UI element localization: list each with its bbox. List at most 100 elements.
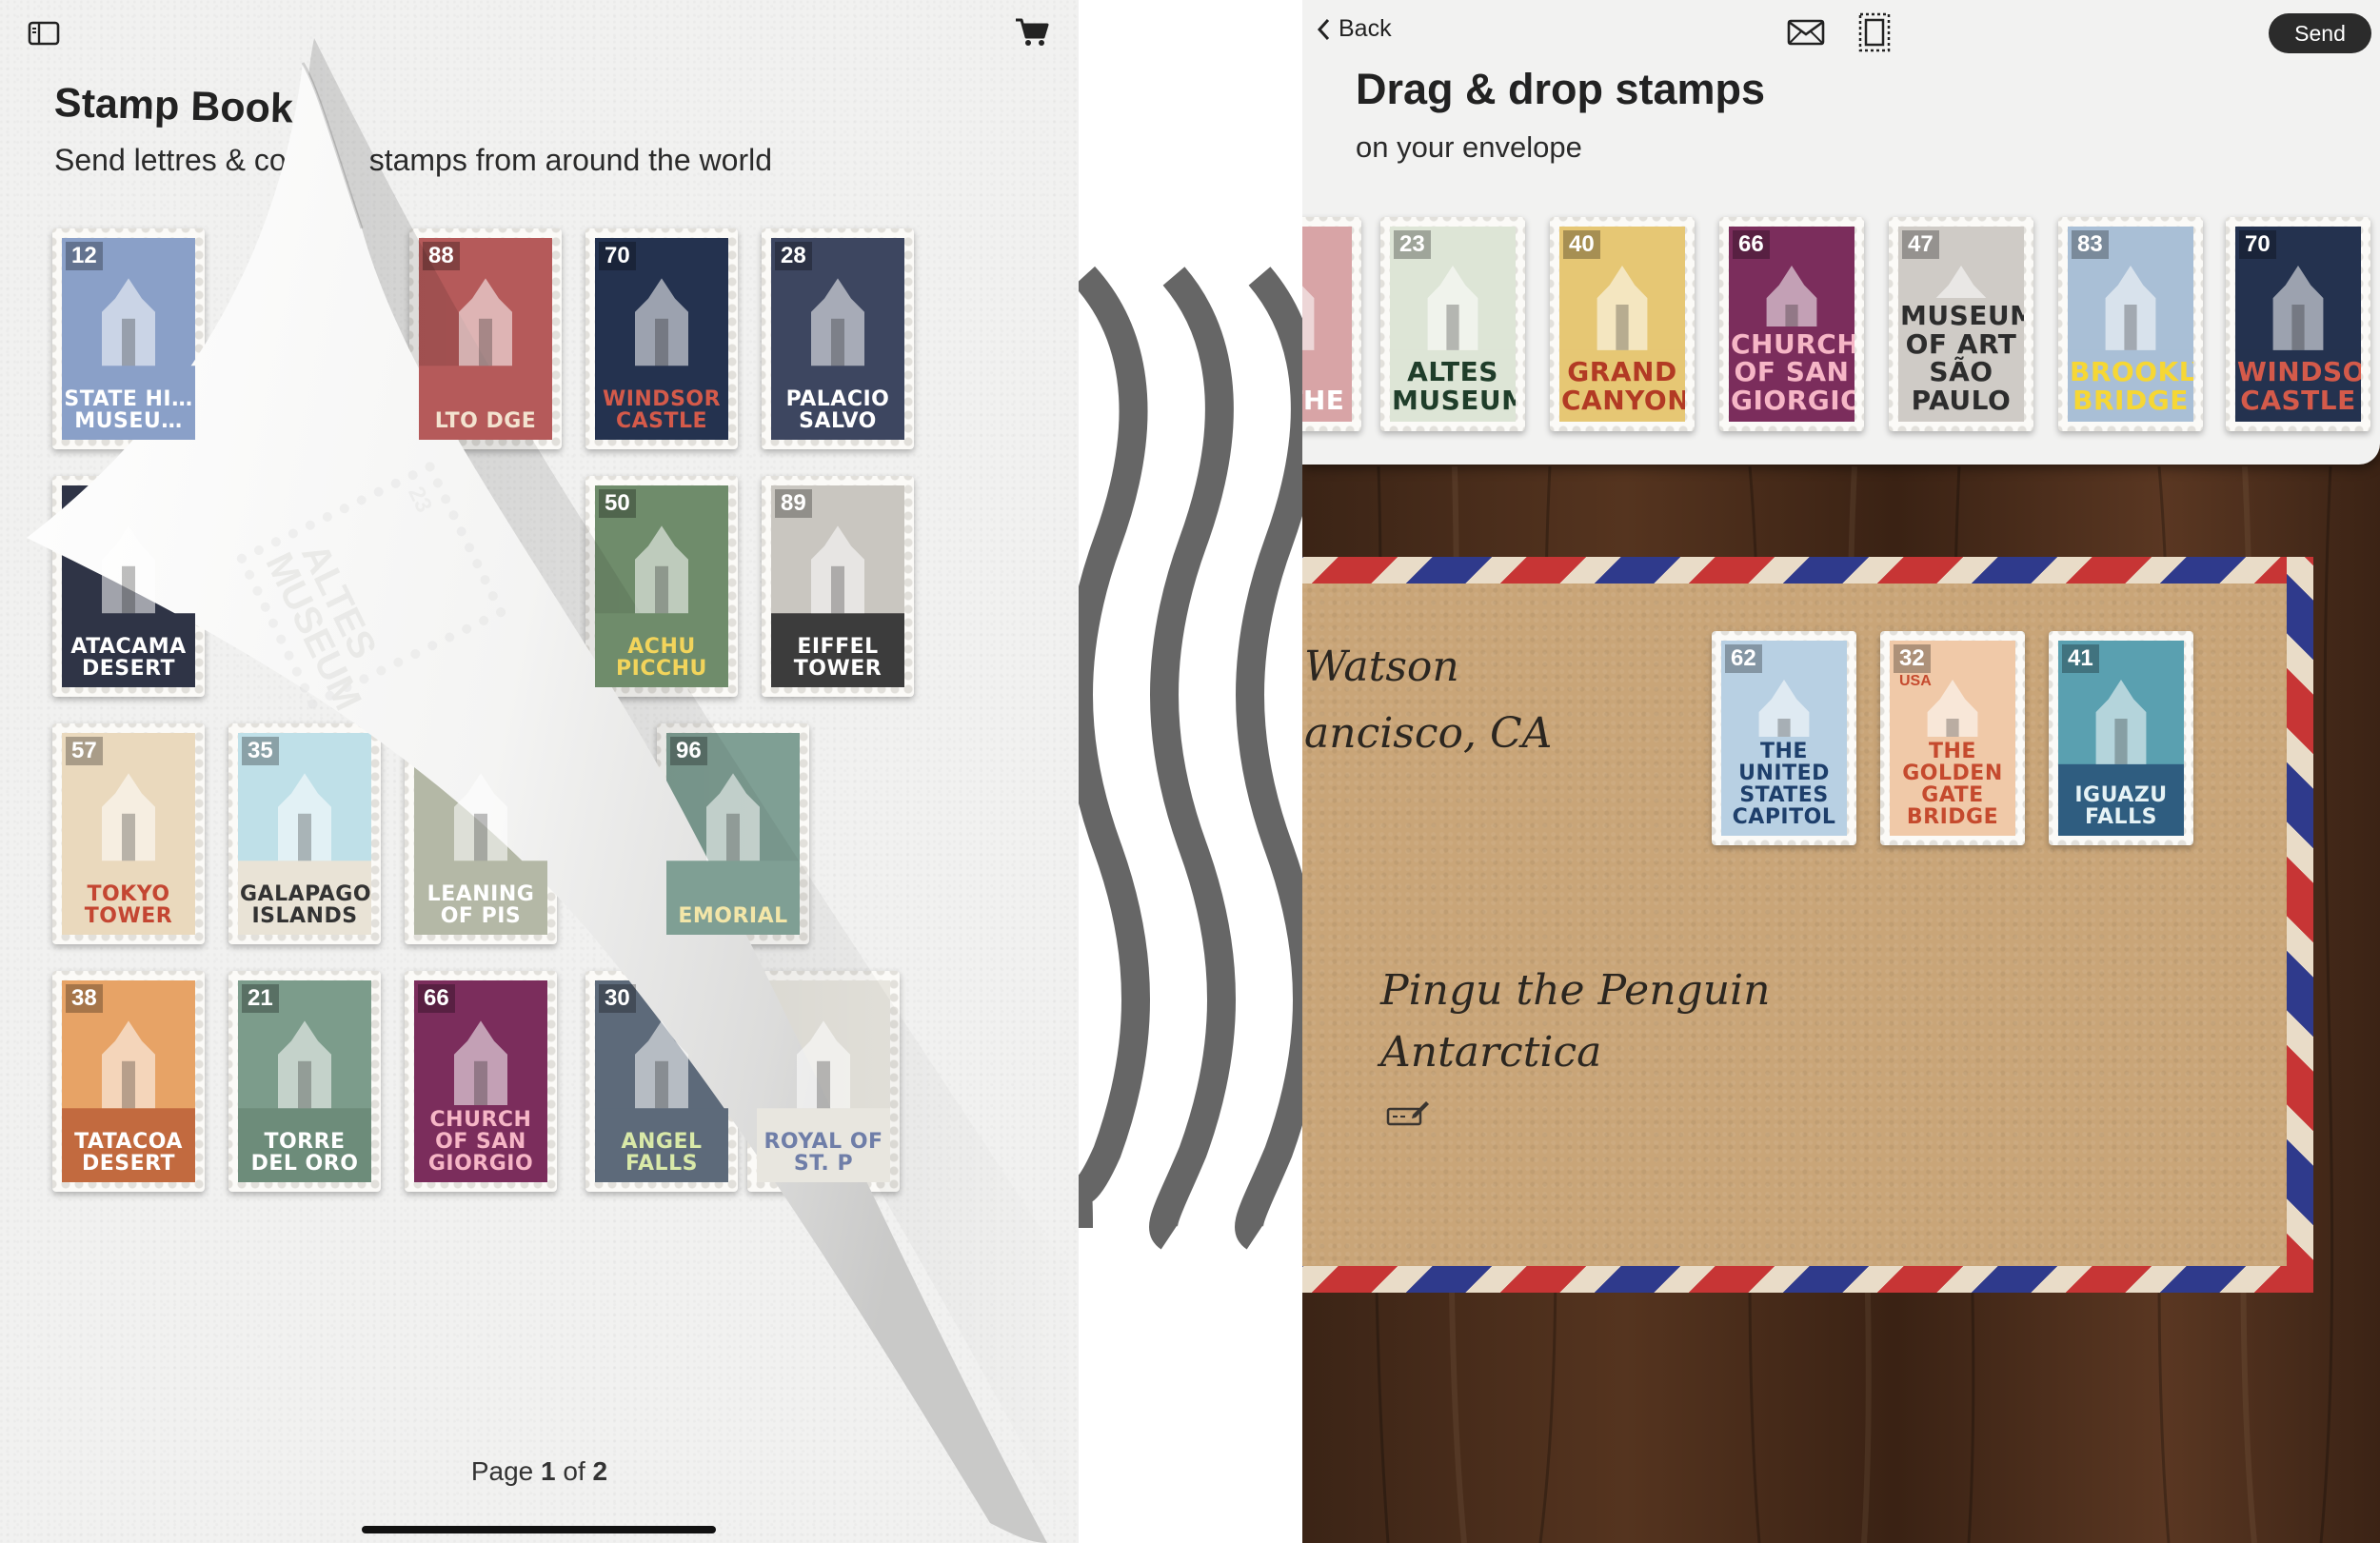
stamp-name: ROYAL OF ST. P — [757, 1126, 890, 1182]
stamp[interactable]: ATACAMA DESERT — [52, 476, 205, 697]
stamp[interactable]: 23 ALTES MUSEUM — [1380, 217, 1525, 431]
back-button[interactable]: Back — [1316, 15, 1392, 43]
stamp[interactable]: ROYAL OF ST. P — [747, 971, 900, 1192]
recipient-region-text[interactable]: Antarctica — [1380, 1028, 1601, 1077]
stamp-number: 62 — [1725, 644, 1762, 673]
sidebar-toggle-icon[interactable] — [25, 17, 63, 49]
stamp[interactable]: 83 BROOKLYN BRIDGE — [2058, 217, 2203, 431]
stamp-country: USA — [1899, 673, 1932, 689]
stamp[interactable]: 41 IGUAZU FALLS — [2049, 631, 2193, 845]
stamp-name: TATACOA DESERT — [62, 1126, 195, 1182]
stamp-number: 66 — [1733, 230, 1770, 259]
page-total: 2 — [592, 1456, 608, 1486]
stamp-number: 89 — [775, 489, 812, 518]
page-label: Page — [470, 1456, 534, 1486]
stamp[interactable]: 62 THE UNITED STATES CAPITOL — [1712, 631, 1856, 845]
stamp[interactable]: 66 CHURCH OF SAN GIORGIO — [1719, 217, 1864, 431]
stamp-face: 89 EIFFEL TOWER — [771, 485, 904, 687]
stamp-number: 47 — [1902, 230, 1939, 259]
page-subtitle: on your envelope — [1356, 130, 1582, 164]
transition-separator — [1062, 0, 1321, 1543]
stamp-face: 47 MUSEUM OF ART SÃO PAULO — [1898, 227, 2024, 422]
stamp-number: 23 — [1394, 230, 1431, 259]
stamp-tray-panel: Back Send Drag & drop stamps on your env… — [1302, 0, 2380, 465]
stamp-face: 70 WINDSOR CASTLE — [2235, 227, 2361, 422]
stamp[interactable]: DE THE — [1302, 217, 1361, 431]
stamp-name: CHURCH OF SAN GIORGIO — [1729, 326, 1854, 422]
stamp-name: IGUAZU FALLS — [2058, 780, 2184, 836]
page-subtitle: Send lettres & colle stamps from around t… — [54, 143, 772, 178]
stamp[interactable]: 30 ANGEL FALLS — [585, 971, 738, 1192]
stamp-name: LEANING OF PIS — [414, 879, 547, 935]
stamp-number: 50 — [599, 489, 636, 518]
stamp-name: PALACIO SALVO — [771, 384, 904, 440]
stamp-name: GALAPAGOS ISLANDS — [238, 879, 371, 935]
stamp-name: CHURCH OF SAN GIORGIO — [414, 1104, 547, 1182]
stamp-face: 30 ANGEL FALLS — [595, 980, 728, 1182]
stamp-face: 35 GALAPAGOS ISLANDS — [238, 733, 371, 935]
stamp-name: DE THE — [1302, 382, 1352, 422]
stamp-number: 88 — [423, 242, 460, 270]
stamp[interactable]: 12 STATE HI… MUSEU… — [52, 228, 205, 449]
ghost-stamp-altes-museum: 23 ALTES MUSEUM — [235, 460, 507, 717]
stamp[interactable]: 50 ACHU PICCHU — [585, 476, 738, 697]
stamp-number: 35 — [242, 737, 279, 765]
stamp[interactable]: 47 MUSEUM OF ART SÃO PAULO — [1889, 217, 2033, 431]
envelope-icon[interactable] — [1784, 13, 1828, 51]
stamp[interactable]: 70 WINDSOR CASTLE — [585, 228, 738, 449]
stamp[interactable]: 66 CHURCH OF SAN GIORGIO — [405, 971, 557, 1192]
shopping-cart-icon[interactable] — [1011, 13, 1053, 51]
stamp-face: 62 THE UNITED STATES CAPITOL — [1721, 641, 1847, 836]
stamp[interactable]: 21 TORRE DEL ORO — [228, 971, 381, 1192]
stamp-face: 28 PALACIO SALVO — [771, 238, 904, 440]
stamp-number: 57 — [66, 737, 103, 765]
sender-name-text[interactable]: Watson — [1304, 643, 1459, 691]
send-button[interactable]: Send — [2269, 13, 2371, 53]
stamp-name: TOKYO TOWER — [62, 879, 195, 935]
chevron-left-icon — [1317, 18, 1330, 40]
airmail-border-top — [1302, 557, 2313, 584]
stamp-name: EMORIAL — [666, 900, 800, 935]
stamp[interactable]: 35 GALAPAGOS ISLANDS — [228, 723, 381, 944]
airmail-border-bottom — [1302, 1266, 2313, 1293]
stamp-face: 57 TOKYO TOWER — [62, 733, 195, 935]
sender-city-text[interactable]: ancisco, CA — [1304, 709, 1552, 758]
stamp[interactable]: 40 GRAND CANYON — [1550, 217, 1695, 431]
stamp[interactable]: 70 WINDSOR CASTLE — [2226, 217, 2370, 431]
edit-address-icon[interactable] — [1386, 1098, 1430, 1130]
stamp-name: MUSEUM OF ART SÃO PAULO — [1898, 298, 2024, 422]
stamp-name: ALTES MUSEUM — [1390, 354, 1516, 422]
stamp-face: DE THE — [1302, 227, 1352, 422]
stamp-face: 21 TORRE DEL ORO — [238, 980, 371, 1182]
stamp-icon[interactable] — [1854, 10, 1894, 55]
stamp-name: EIFFEL TOWER — [771, 631, 904, 687]
back-label: Back — [1339, 15, 1392, 42]
stamp-face: 38 TATACOA DESERT — [62, 980, 195, 1182]
stamp-name: ACHU PICCHU — [595, 631, 728, 687]
stamp-name: THE GOLDEN GATE BRIDGE — [1890, 736, 2015, 836]
stamp-number: 28 — [775, 242, 812, 270]
stamp-number: 32 — [1894, 644, 1931, 673]
stamp-name: THE UNITED STATES CAPITOL — [1721, 736, 1847, 836]
recipient-name-text[interactable]: Pingu the Penguin — [1380, 966, 1770, 1015]
stamp[interactable]: 88 LTO DGE — [409, 228, 562, 449]
stamp[interactable]: 89 EIFFEL TOWER — [762, 476, 914, 697]
home-indicator[interactable] — [362, 1526, 716, 1533]
stamp[interactable]: 32 USA THE GOLDEN GATE BRIDGE — [1880, 631, 2025, 845]
stamp-face: 96 EMORIAL — [666, 733, 800, 935]
stamp-number: 83 — [2072, 230, 2109, 259]
stamp[interactable]: LEANING OF PIS — [405, 723, 557, 944]
page-title: Drag & drop stamps — [1356, 65, 1766, 113]
stamp[interactable]: 57 TOKYO TOWER — [52, 723, 205, 944]
stamp-name: WINDSOR CASTLE — [2235, 354, 2361, 422]
stamp[interactable]: 96 EMORIAL — [657, 723, 809, 944]
stamp-face: ROYAL OF ST. P — [757, 980, 890, 1182]
stamp-number: 40 — [1563, 230, 1600, 259]
stamp-name: ANGEL FALLS — [595, 1126, 728, 1182]
stamp-face: 41 IGUAZU FALLS — [2058, 641, 2184, 836]
stamp-name: GRAND CANYON — [1559, 354, 1685, 422]
stamp[interactable]: 28 PALACIO SALVO — [762, 228, 914, 449]
envelope[interactable]: Watson ancisco, CA Pingu the Penguin Ant… — [1302, 557, 2313, 1293]
stamp-face: 88 LTO DGE — [419, 238, 552, 440]
stamp[interactable]: 38 TATACOA DESERT — [52, 971, 205, 1192]
